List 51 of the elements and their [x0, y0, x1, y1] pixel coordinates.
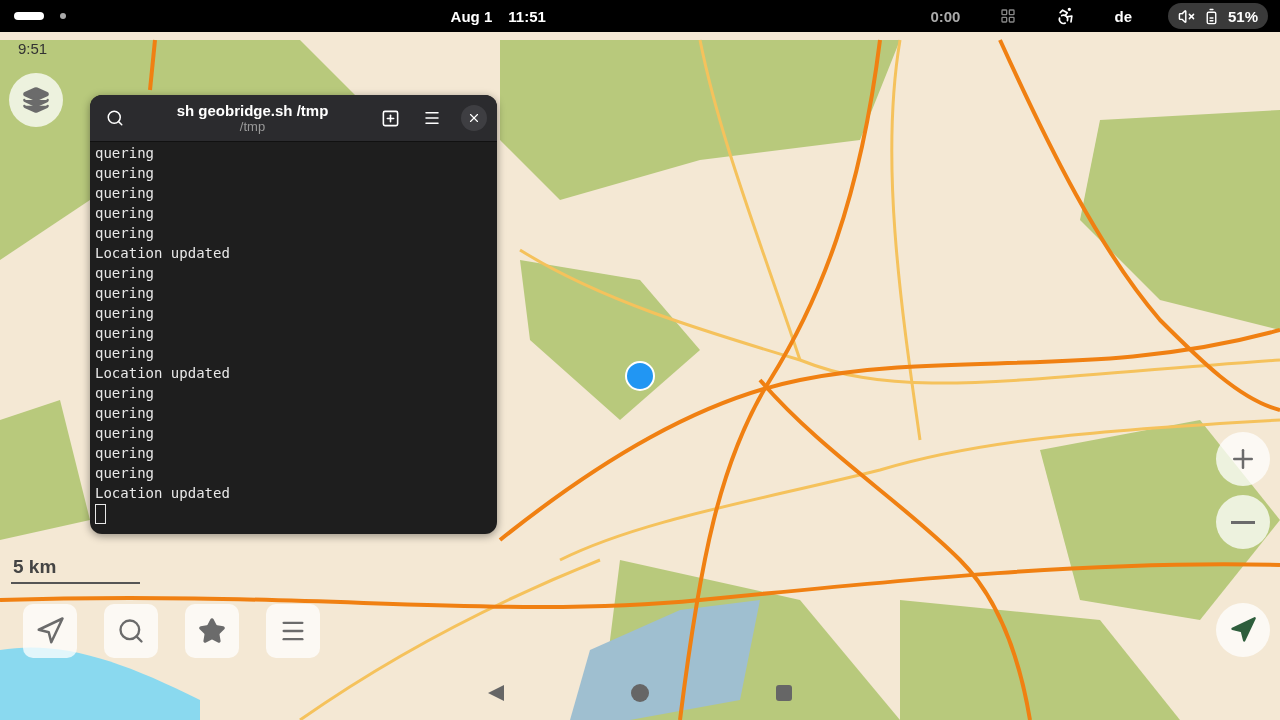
terminal-line: quering: [95, 184, 155, 203]
text-cursor: [95, 504, 106, 524]
status-date: Aug 1: [450, 7, 493, 25]
my-location-button[interactable]: [1216, 603, 1270, 657]
terminal-line: quering: [95, 384, 155, 403]
route-button[interactable]: [23, 604, 77, 658]
layers-icon: [22, 86, 50, 114]
terminal-line: quering: [95, 444, 155, 463]
terminal-line: quering: [95, 264, 155, 283]
status-dot: [60, 13, 66, 19]
minus-icon: [1231, 520, 1255, 524]
bookmarks-button[interactable]: [185, 604, 239, 658]
quick-settings-pill[interactable]: 51%: [1168, 3, 1268, 29]
terminal-subtitle: /tmp: [239, 119, 266, 134]
star-icon: [198, 617, 226, 645]
terminal-line: quering: [95, 284, 155, 303]
terminal-line: Location updated: [95, 364, 231, 383]
status-timer: 0:00: [930, 7, 961, 25]
recents-icon[interactable]: [775, 684, 793, 702]
back-icon[interactable]: [486, 683, 506, 703]
terminal-line: quering: [95, 224, 155, 243]
terminal-line: quering: [95, 304, 155, 323]
status-pill: [14, 12, 44, 20]
close-button[interactable]: [461, 105, 487, 131]
search-icon: [117, 617, 145, 645]
zoom-in-button[interactable]: [1216, 432, 1270, 486]
muted-icon: [1178, 7, 1195, 25]
menu-icon: [423, 109, 441, 127]
battery-percent: 51%: [1228, 7, 1258, 25]
terminal-line: quering: [95, 144, 155, 163]
terminal-line: Location updated: [95, 244, 231, 263]
home-icon[interactable]: [630, 683, 650, 703]
terminal-line: quering: [95, 324, 155, 343]
status-time: 11:51: [508, 7, 546, 25]
navigation-arrow-icon: [1229, 616, 1257, 644]
search-icon: [106, 109, 124, 127]
terminal-line: quering: [95, 204, 155, 223]
map-scale: 5 km: [11, 556, 140, 584]
terminal-line: quering: [95, 344, 155, 363]
close-icon: [467, 111, 481, 125]
terminal-title: sh geobridge.sh /tmp: [176, 102, 329, 119]
grid-icon[interactable]: [1000, 8, 1017, 24]
new-tab-icon: [380, 108, 400, 128]
terminal-line: quering: [95, 424, 155, 443]
terminal-line: quering: [95, 464, 155, 483]
terminal-line: quering: [95, 164, 155, 183]
terminal-line: quering: [95, 404, 155, 423]
keyboard-language[interactable]: de: [1114, 7, 1132, 25]
navigation-arrow-icon: [35, 616, 65, 646]
terminal-line: Location updated: [95, 484, 231, 503]
map-clock: 9:51: [18, 40, 48, 57]
